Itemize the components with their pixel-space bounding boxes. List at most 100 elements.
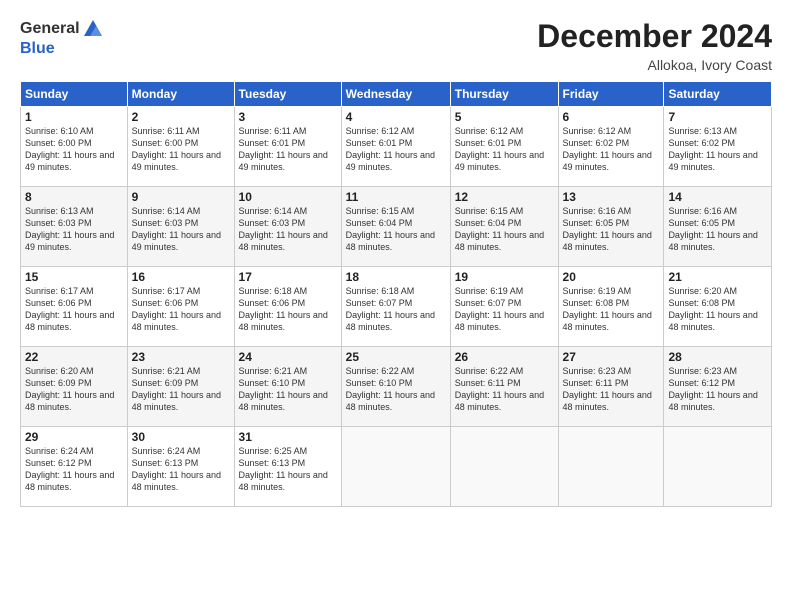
day-info: Sunrise: 6:12 AMSunset: 6:01 PMDaylight:… bbox=[455, 126, 544, 172]
day-number: 19 bbox=[455, 270, 554, 284]
calendar-cell: 21 Sunrise: 6:20 AMSunset: 6:08 PMDaylig… bbox=[664, 267, 772, 347]
calendar-cell: 16 Sunrise: 6:17 AMSunset: 6:06 PMDaylig… bbox=[127, 267, 234, 347]
calendar-week-row: 1 Sunrise: 6:10 AMSunset: 6:00 PMDayligh… bbox=[21, 107, 772, 187]
logo-icon bbox=[82, 18, 104, 40]
day-info: Sunrise: 6:21 AMSunset: 6:10 PMDaylight:… bbox=[239, 366, 328, 412]
day-info: Sunrise: 6:11 AMSunset: 6:01 PMDaylight:… bbox=[239, 126, 328, 172]
calendar-cell: 27 Sunrise: 6:23 AMSunset: 6:11 PMDaylig… bbox=[558, 347, 664, 427]
day-number: 5 bbox=[455, 110, 554, 124]
calendar-cell bbox=[558, 427, 664, 507]
day-info: Sunrise: 6:20 AMSunset: 6:08 PMDaylight:… bbox=[668, 286, 757, 332]
day-of-week-header: Saturday bbox=[664, 82, 772, 107]
day-info: Sunrise: 6:18 AMSunset: 6:07 PMDaylight:… bbox=[346, 286, 435, 332]
logo-general: General bbox=[20, 20, 80, 38]
day-number: 1 bbox=[25, 110, 123, 124]
day-number: 22 bbox=[25, 350, 123, 364]
day-number: 30 bbox=[132, 430, 230, 444]
day-info: Sunrise: 6:22 AMSunset: 6:11 PMDaylight:… bbox=[455, 366, 544, 412]
calendar-cell: 22 Sunrise: 6:20 AMSunset: 6:09 PMDaylig… bbox=[21, 347, 128, 427]
logo-blue: Blue bbox=[20, 40, 55, 57]
day-info: Sunrise: 6:23 AMSunset: 6:12 PMDaylight:… bbox=[668, 366, 757, 412]
day-info: Sunrise: 6:18 AMSunset: 6:06 PMDaylight:… bbox=[239, 286, 328, 332]
calendar-cell: 6 Sunrise: 6:12 AMSunset: 6:02 PMDayligh… bbox=[558, 107, 664, 187]
day-info: Sunrise: 6:20 AMSunset: 6:09 PMDaylight:… bbox=[25, 366, 114, 412]
day-of-week-header: Monday bbox=[127, 82, 234, 107]
calendar-cell: 9 Sunrise: 6:14 AMSunset: 6:03 PMDayligh… bbox=[127, 187, 234, 267]
day-number: 21 bbox=[668, 270, 767, 284]
day-info: Sunrise: 6:25 AMSunset: 6:13 PMDaylight:… bbox=[239, 446, 328, 492]
day-info: Sunrise: 6:14 AMSunset: 6:03 PMDaylight:… bbox=[132, 206, 221, 252]
day-number: 8 bbox=[25, 190, 123, 204]
calendar-cell bbox=[664, 427, 772, 507]
calendar-cell: 12 Sunrise: 6:15 AMSunset: 6:04 PMDaylig… bbox=[450, 187, 558, 267]
calendar-cell: 20 Sunrise: 6:19 AMSunset: 6:08 PMDaylig… bbox=[558, 267, 664, 347]
calendar-cell: 31 Sunrise: 6:25 AMSunset: 6:13 PMDaylig… bbox=[234, 427, 341, 507]
day-info: Sunrise: 6:24 AMSunset: 6:12 PMDaylight:… bbox=[25, 446, 114, 492]
calendar-cell: 26 Sunrise: 6:22 AMSunset: 6:11 PMDaylig… bbox=[450, 347, 558, 427]
day-number: 16 bbox=[132, 270, 230, 284]
day-info: Sunrise: 6:13 AMSunset: 6:02 PMDaylight:… bbox=[668, 126, 757, 172]
calendar-cell: 29 Sunrise: 6:24 AMSunset: 6:12 PMDaylig… bbox=[21, 427, 128, 507]
day-info: Sunrise: 6:17 AMSunset: 6:06 PMDaylight:… bbox=[25, 286, 114, 332]
day-info: Sunrise: 6:22 AMSunset: 6:10 PMDaylight:… bbox=[346, 366, 435, 412]
calendar-cell: 2 Sunrise: 6:11 AMSunset: 6:00 PMDayligh… bbox=[127, 107, 234, 187]
calendar-cell: 11 Sunrise: 6:15 AMSunset: 6:04 PMDaylig… bbox=[341, 187, 450, 267]
day-info: Sunrise: 6:23 AMSunset: 6:11 PMDaylight:… bbox=[563, 366, 652, 412]
day-number: 3 bbox=[239, 110, 337, 124]
day-number: 31 bbox=[239, 430, 337, 444]
header: General Blue December 2024 Allokoa, Ivor… bbox=[20, 18, 772, 73]
day-of-week-header: Sunday bbox=[21, 82, 128, 107]
day-number: 25 bbox=[346, 350, 446, 364]
day-info: Sunrise: 6:11 AMSunset: 6:00 PMDaylight:… bbox=[132, 126, 221, 172]
calendar-cell: 13 Sunrise: 6:16 AMSunset: 6:05 PMDaylig… bbox=[558, 187, 664, 267]
calendar-cell: 3 Sunrise: 6:11 AMSunset: 6:01 PMDayligh… bbox=[234, 107, 341, 187]
location: Allokoa, Ivory Coast bbox=[537, 57, 772, 73]
calendar-header-row: SundayMondayTuesdayWednesdayThursdayFrid… bbox=[21, 82, 772, 107]
calendar-table: SundayMondayTuesdayWednesdayThursdayFrid… bbox=[20, 81, 772, 507]
calendar-cell: 8 Sunrise: 6:13 AMSunset: 6:03 PMDayligh… bbox=[21, 187, 128, 267]
day-number: 9 bbox=[132, 190, 230, 204]
calendar-cell: 28 Sunrise: 6:23 AMSunset: 6:12 PMDaylig… bbox=[664, 347, 772, 427]
day-number: 20 bbox=[563, 270, 660, 284]
day-info: Sunrise: 6:15 AMSunset: 6:04 PMDaylight:… bbox=[455, 206, 544, 252]
calendar-cell: 15 Sunrise: 6:17 AMSunset: 6:06 PMDaylig… bbox=[21, 267, 128, 347]
calendar-cell bbox=[450, 427, 558, 507]
calendar-cell: 25 Sunrise: 6:22 AMSunset: 6:10 PMDaylig… bbox=[341, 347, 450, 427]
day-of-week-header: Wednesday bbox=[341, 82, 450, 107]
calendar-cell: 7 Sunrise: 6:13 AMSunset: 6:02 PMDayligh… bbox=[664, 107, 772, 187]
day-info: Sunrise: 6:19 AMSunset: 6:08 PMDaylight:… bbox=[563, 286, 652, 332]
day-info: Sunrise: 6:12 AMSunset: 6:02 PMDaylight:… bbox=[563, 126, 652, 172]
calendar-cell: 10 Sunrise: 6:14 AMSunset: 6:03 PMDaylig… bbox=[234, 187, 341, 267]
day-number: 15 bbox=[25, 270, 123, 284]
day-number: 12 bbox=[455, 190, 554, 204]
day-number: 2 bbox=[132, 110, 230, 124]
calendar-cell: 24 Sunrise: 6:21 AMSunset: 6:10 PMDaylig… bbox=[234, 347, 341, 427]
day-number: 28 bbox=[668, 350, 767, 364]
day-info: Sunrise: 6:17 AMSunset: 6:06 PMDaylight:… bbox=[132, 286, 221, 332]
day-number: 27 bbox=[563, 350, 660, 364]
calendar-cell: 30 Sunrise: 6:24 AMSunset: 6:13 PMDaylig… bbox=[127, 427, 234, 507]
day-of-week-header: Friday bbox=[558, 82, 664, 107]
day-number: 26 bbox=[455, 350, 554, 364]
month-title: December 2024 bbox=[537, 18, 772, 55]
calendar-cell: 23 Sunrise: 6:21 AMSunset: 6:09 PMDaylig… bbox=[127, 347, 234, 427]
day-number: 24 bbox=[239, 350, 337, 364]
calendar-cell: 4 Sunrise: 6:12 AMSunset: 6:01 PMDayligh… bbox=[341, 107, 450, 187]
day-number: 6 bbox=[563, 110, 660, 124]
logo: General Blue bbox=[20, 18, 104, 58]
day-info: Sunrise: 6:14 AMSunset: 6:03 PMDaylight:… bbox=[239, 206, 328, 252]
calendar-cell: 1 Sunrise: 6:10 AMSunset: 6:00 PMDayligh… bbox=[21, 107, 128, 187]
calendar-page: General Blue December 2024 Allokoa, Ivor… bbox=[0, 0, 792, 612]
calendar-cell: 5 Sunrise: 6:12 AMSunset: 6:01 PMDayligh… bbox=[450, 107, 558, 187]
day-number: 7 bbox=[668, 110, 767, 124]
calendar-week-row: 29 Sunrise: 6:24 AMSunset: 6:12 PMDaylig… bbox=[21, 427, 772, 507]
day-of-week-header: Tuesday bbox=[234, 82, 341, 107]
day-number: 11 bbox=[346, 190, 446, 204]
day-number: 10 bbox=[239, 190, 337, 204]
day-info: Sunrise: 6:21 AMSunset: 6:09 PMDaylight:… bbox=[132, 366, 221, 412]
day-info: Sunrise: 6:24 AMSunset: 6:13 PMDaylight:… bbox=[132, 446, 221, 492]
day-info: Sunrise: 6:16 AMSunset: 6:05 PMDaylight:… bbox=[668, 206, 757, 252]
day-number: 14 bbox=[668, 190, 767, 204]
calendar-cell: 17 Sunrise: 6:18 AMSunset: 6:06 PMDaylig… bbox=[234, 267, 341, 347]
day-number: 4 bbox=[346, 110, 446, 124]
